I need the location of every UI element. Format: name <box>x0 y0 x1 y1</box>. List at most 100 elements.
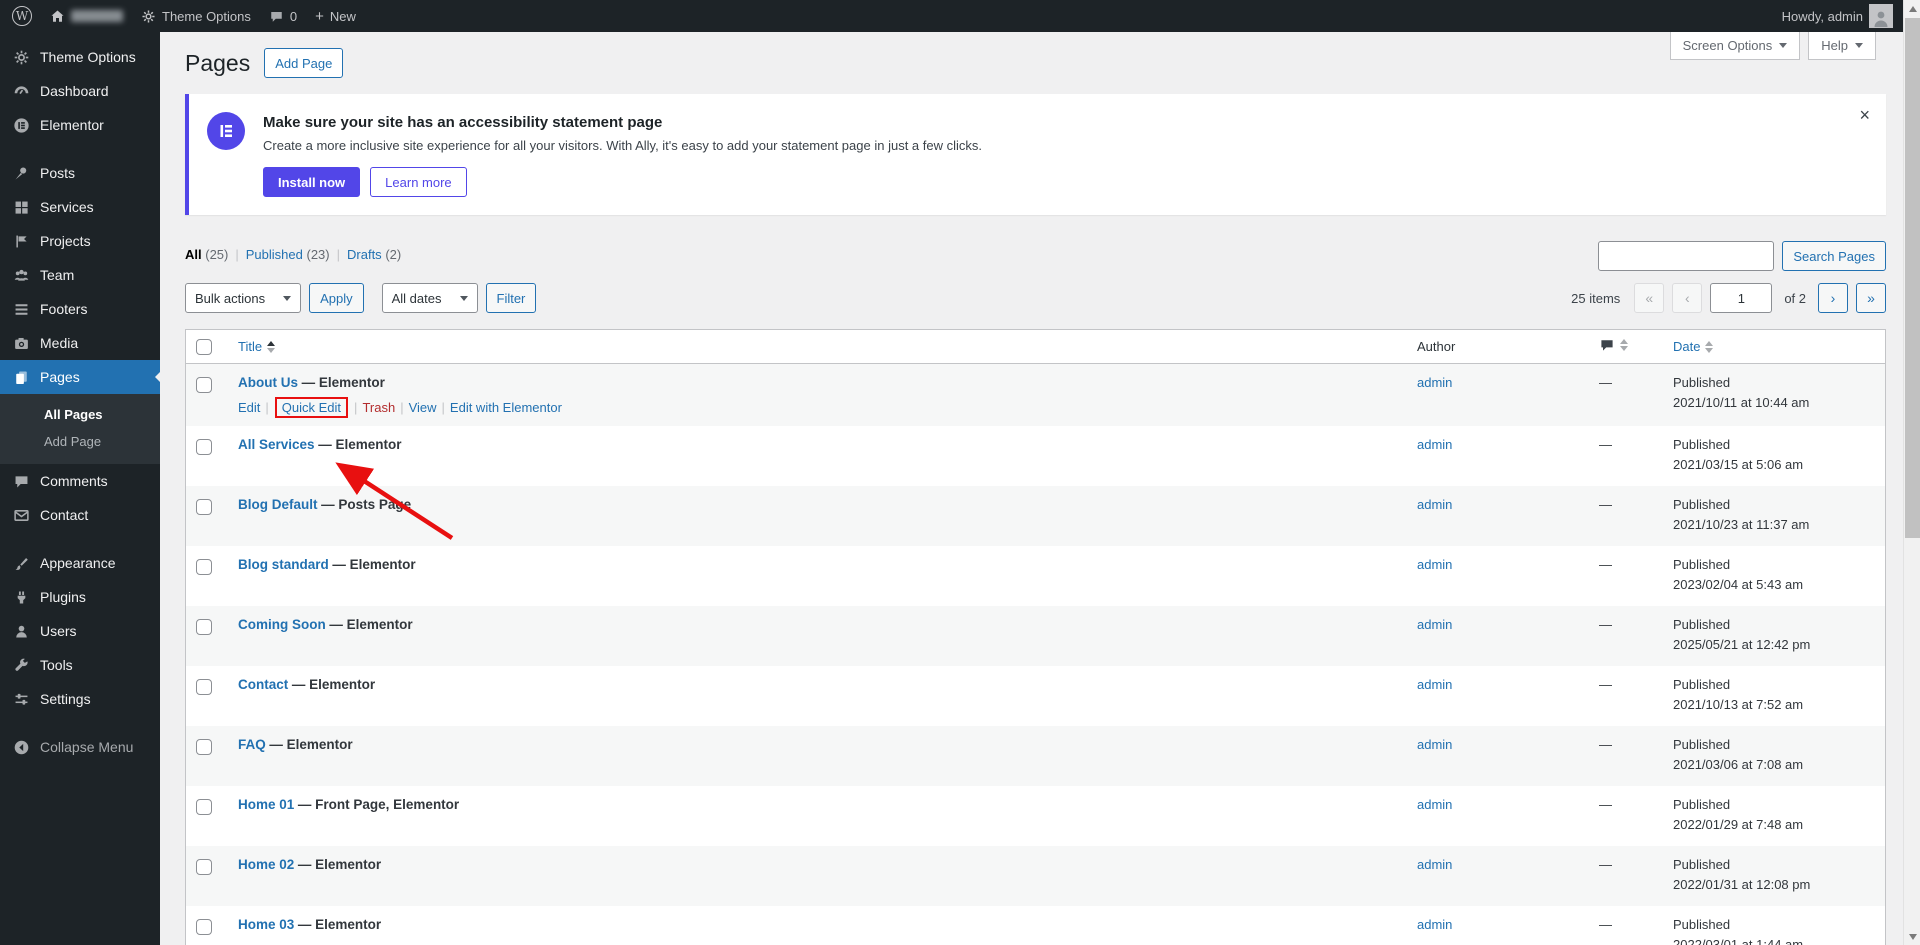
bulk-actions-select[interactable]: Bulk actions <box>185 283 302 313</box>
author-link[interactable]: admin <box>1417 557 1452 572</box>
author-link[interactable]: admin <box>1417 437 1452 452</box>
sidebar-item-users[interactable]: Users <box>0 614 160 648</box>
author-link[interactable]: admin <box>1417 737 1452 752</box>
last-page-button[interactable]: » <box>1856 283 1886 313</box>
sidebar-item-tools[interactable]: Tools <box>0 648 160 682</box>
row-checkbox[interactable] <box>196 859 212 875</box>
row-checkbox[interactable] <box>196 559 212 575</box>
row-checkbox[interactable] <box>196 377 212 393</box>
screen-options-button[interactable]: Screen Options <box>1669 32 1801 60</box>
dashboard-icon <box>12 82 30 100</box>
view-published[interactable]: Published (23) <box>246 247 330 262</box>
install-now-button[interactable]: Install now <box>263 167 361 197</box>
sidebar-item-contact[interactable]: Contact <box>0 498 160 532</box>
author-link[interactable]: admin <box>1417 917 1452 932</box>
row-checkbox[interactable] <box>196 499 212 515</box>
sidebar-item-dashboard[interactable]: Dashboard <box>0 74 160 108</box>
sidebar-item-team[interactable]: Team <box>0 258 160 292</box>
sidebar-item-settings[interactable]: Settings <box>0 682 160 716</box>
learn-more-button[interactable]: Learn more <box>370 167 467 197</box>
row-checkbox[interactable] <box>196 799 212 815</box>
view-drafts[interactable]: Drafts (2) <box>347 247 401 262</box>
page-title-link[interactable]: Contact <box>238 677 288 692</box>
submenu-item-all-pages[interactable]: All Pages <box>0 401 160 428</box>
scrollbar-thumb[interactable] <box>1905 18 1920 538</box>
brush-icon <box>12 554 30 572</box>
date-cell: Published 2022/01/31 at 12:08 pm <box>1663 857 1885 898</box>
author-link[interactable]: admin <box>1417 617 1452 632</box>
scroll-down-icon[interactable] <box>1904 928 1920 945</box>
row-action-trash[interactable]: Trash <box>362 400 395 415</box>
sidebar-item-media[interactable]: Media <box>0 326 160 360</box>
sort-by-title[interactable]: Title <box>238 339 276 354</box>
page-title-link[interactable]: Coming Soon <box>238 617 326 632</box>
sidebar-item-comments[interactable]: Comments <box>0 464 160 498</box>
sidebar-item-collapse-menu[interactable]: Collapse Menu <box>0 730 160 764</box>
comments-dash: — <box>1599 797 1612 812</box>
sidebar-item-services[interactable]: Services <box>0 190 160 224</box>
filter-button[interactable]: Filter <box>485 283 537 313</box>
close-icon[interactable]: × <box>1859 106 1870 124</box>
author-link[interactable]: admin <box>1417 497 1452 512</box>
page-title-suffix: — Elementor <box>291 677 376 692</box>
adminbar-new-button[interactable]: + New <box>315 9 356 24</box>
publish-status: Published <box>1673 677 1731 692</box>
author-link[interactable]: admin <box>1417 677 1452 692</box>
sidebar-item-elementor[interactable]: Elementor <box>0 108 160 142</box>
scrollbar[interactable] <box>1903 0 1920 945</box>
page-title-link[interactable]: Blog Default <box>238 497 318 512</box>
author-link[interactable]: admin <box>1417 797 1452 812</box>
page-title-link[interactable]: Home 02 <box>238 857 294 872</box>
page-title-link[interactable]: About Us <box>238 375 298 390</box>
sort-by-date[interactable]: Date <box>1673 339 1714 354</box>
search-pages-button[interactable]: Search Pages <box>1782 241 1886 271</box>
comment-icon <box>12 472 30 490</box>
row-action-quick-edit[interactable]: Quick Edit <box>274 397 349 418</box>
sidebar-item-label: Elementor <box>40 117 104 133</box>
sort-by-comments[interactable] <box>1599 337 1628 353</box>
table-row: Blog Default — Posts Page admin — Published… <box>186 486 1885 546</box>
view-all[interactable]: All (25) <box>185 247 228 262</box>
wordpress-logo-button[interactable]: W <box>12 6 32 26</box>
page-title-link[interactable]: Home 01 <box>238 797 294 812</box>
select-all-checkbox[interactable] <box>196 338 212 355</box>
submenu-item-add-page[interactable]: Add Page <box>0 428 160 455</box>
sidebar-item-posts[interactable]: Posts <box>0 156 160 190</box>
row-checkbox[interactable] <box>196 919 212 935</box>
sidebar-item-plugins[interactable]: Plugins <box>0 580 160 614</box>
author-link[interactable]: admin <box>1417 857 1452 872</box>
elementor-notice: Make sure your site has an accessibility… <box>185 94 1886 215</box>
author-link[interactable]: admin <box>1417 375 1452 390</box>
row-action-edit[interactable]: Edit <box>238 400 260 415</box>
page-title-link[interactable]: Home 03 <box>238 917 294 932</box>
add-page-button[interactable]: Add Page <box>264 48 344 78</box>
adminbar-theme-options[interactable]: Theme Options <box>141 9 251 24</box>
page-title-link[interactable]: Blog standard <box>238 557 329 572</box>
comment-bubble-icon <box>1601 340 1613 351</box>
row-checkbox[interactable] <box>196 619 212 635</box>
apply-button[interactable]: Apply <box>309 283 364 313</box>
sidebar-item-footers[interactable]: Footers <box>0 292 160 326</box>
adminbar-account[interactable]: Howdy, admin <box>1782 4 1893 28</box>
sidebar-item-theme-options[interactable]: Theme Options <box>0 40 160 74</box>
sidebar-item-projects[interactable]: Projects <box>0 224 160 258</box>
action-separator: | <box>441 400 445 415</box>
all-dates-select[interactable]: All dates <box>381 283 478 313</box>
site-name-item[interactable] <box>50 9 123 24</box>
row-checkbox[interactable] <box>196 439 212 455</box>
sidebar-item-appearance[interactable]: Appearance <box>0 546 160 580</box>
total-pages-label: of 2 <box>1784 290 1806 306</box>
row-action-edit-with-elementor[interactable]: Edit with Elementor <box>450 400 562 415</box>
help-button[interactable]: Help <box>1808 32 1876 60</box>
row-checkbox[interactable] <box>196 739 212 755</box>
sidebar-item-pages[interactable]: Pages <box>0 360 160 394</box>
row-checkbox[interactable] <box>196 679 212 695</box>
current-page-input[interactable] <box>1710 283 1773 313</box>
page-title-link[interactable]: FAQ <box>238 737 266 752</box>
row-action-view[interactable]: View <box>409 400 437 415</box>
search-input[interactable] <box>1598 241 1775 271</box>
scroll-up-icon[interactable] <box>1904 0 1920 17</box>
next-page-button[interactable]: › <box>1818 283 1848 313</box>
page-title-link[interactable]: All Services <box>238 437 315 452</box>
adminbar-comments[interactable]: 0 <box>269 9 297 24</box>
